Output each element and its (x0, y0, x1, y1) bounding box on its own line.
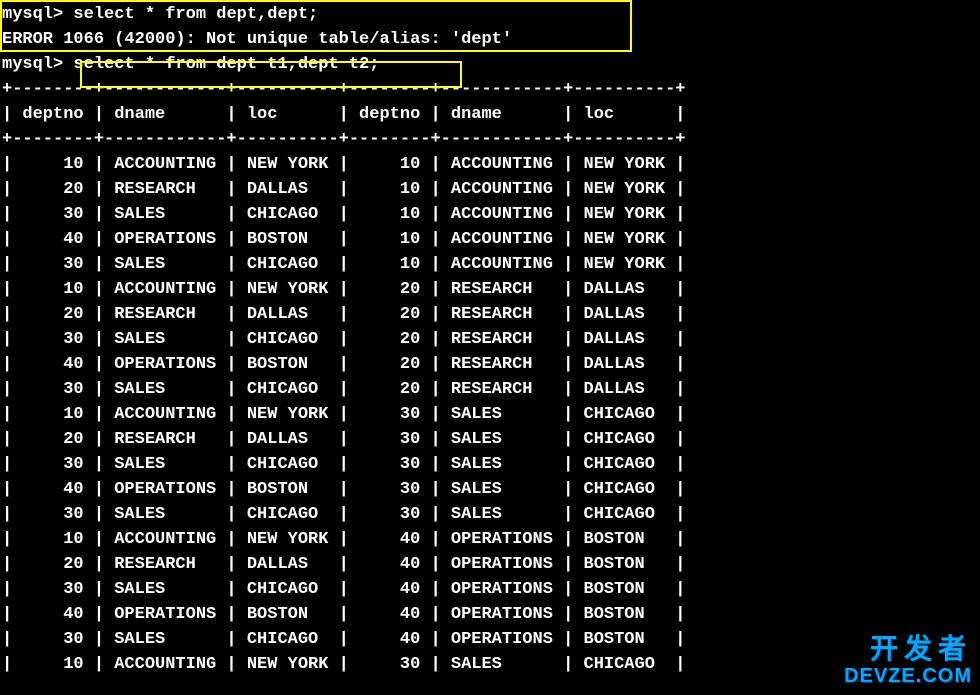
table-row: | 30 | SALES | CHICAGO | 30 | SALES | CH… (2, 452, 980, 477)
table-row: | 30 | SALES | CHICAGO | 30 | SALES | CH… (2, 502, 980, 527)
sql-query-2: select * from dept t1,dept t2; (73, 55, 379, 74)
table-row: | 10 | ACCOUNTING | NEW YORK | 10 | ACCO… (2, 152, 980, 177)
table-row: | 30 | SALES | CHICAGO | 40 | OPERATIONS… (2, 627, 980, 652)
table-row: | 30 | SALES | CHICAGO | 40 | OPERATIONS… (2, 577, 980, 602)
error-line: ERROR 1066 (42000): Not unique table/ali… (2, 27, 980, 52)
terminal-output: mysql> select * from dept,dept; ERROR 10… (0, 0, 980, 677)
mysql-prompt: mysql> (2, 55, 63, 74)
table-row: | 10 | ACCOUNTING | NEW YORK | 30 | SALE… (2, 652, 980, 677)
mysql-prompt: mysql> (2, 5, 63, 24)
table-row: | 40 | OPERATIONS | BOSTON | 30 | SALES … (2, 477, 980, 502)
table-border-mid: +--------+------------+----------+------… (2, 127, 980, 152)
table-row: | 10 | ACCOUNTING | NEW YORK | 30 | SALE… (2, 402, 980, 427)
table-row: | 30 | SALES | CHICAGO | 10 | ACCOUNTING… (2, 202, 980, 227)
table-row: | 40 | OPERATIONS | BOSTON | 20 | RESEAR… (2, 352, 980, 377)
table-row: | 20 | RESEARCH | DALLAS | 30 | SALES | … (2, 427, 980, 452)
sql-query-1: select * from dept,dept; (73, 5, 318, 24)
watermark-cn: 开发者 (844, 634, 972, 665)
prompt-line-2[interactable]: mysql> select * from dept t1,dept t2; (2, 52, 980, 77)
table-row: | 20 | RESEARCH | DALLAS | 20 | RESEARCH… (2, 302, 980, 327)
table-row: | 40 | OPERATIONS | BOSTON | 10 | ACCOUN… (2, 227, 980, 252)
table-header: | deptno | dname | loc | deptno | dname … (2, 102, 980, 127)
watermark-url: DEVZE.COM (844, 665, 972, 687)
watermark: 开发者 DEVZE.COM (844, 634, 972, 687)
table-row: | 30 | SALES | CHICAGO | 20 | RESEARCH |… (2, 327, 980, 352)
table-row: | 30 | SALES | CHICAGO | 10 | ACCOUNTING… (2, 252, 980, 277)
table-row: | 20 | RESEARCH | DALLAS | 10 | ACCOUNTI… (2, 177, 980, 202)
prompt-line-1[interactable]: mysql> select * from dept,dept; (2, 2, 980, 27)
table-row: | 20 | RESEARCH | DALLAS | 40 | OPERATIO… (2, 552, 980, 577)
table-row: | 30 | SALES | CHICAGO | 20 | RESEARCH |… (2, 377, 980, 402)
table-row: | 10 | ACCOUNTING | NEW YORK | 40 | OPER… (2, 527, 980, 552)
table-row: | 10 | ACCOUNTING | NEW YORK | 20 | RESE… (2, 277, 980, 302)
table-border-top: +--------+------------+----------+------… (2, 77, 980, 102)
table-row: | 40 | OPERATIONS | BOSTON | 40 | OPERAT… (2, 602, 980, 627)
table-body: | 10 | ACCOUNTING | NEW YORK | 10 | ACCO… (2, 152, 980, 677)
